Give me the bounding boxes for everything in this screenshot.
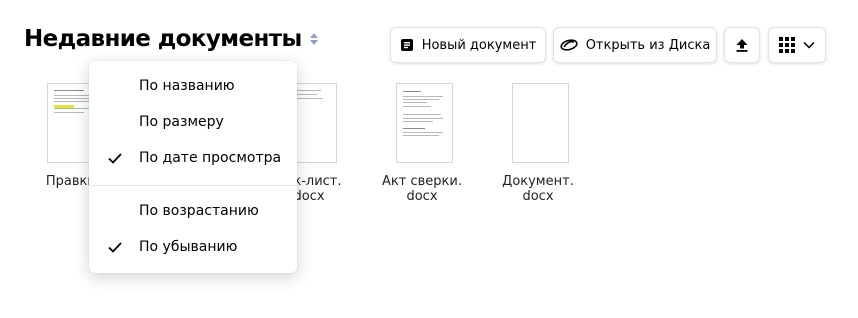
check-icon bbox=[108, 241, 122, 253]
sort-dropdown: По названию По размеру По дате просмотра… bbox=[89, 61, 297, 273]
check-icon bbox=[108, 152, 122, 164]
sort-arrows-icon[interactable] bbox=[309, 33, 318, 45]
sort-by-name-label: По названию bbox=[139, 78, 235, 94]
menu-divider bbox=[89, 185, 297, 186]
sort-by-size-label: По размеру bbox=[139, 114, 224, 130]
open-from-disk-label: Открыть из Диска bbox=[585, 37, 711, 53]
grid-icon bbox=[779, 37, 795, 53]
sort-ascending-item[interactable]: По возрастанию bbox=[89, 196, 297, 226]
sort-by-view-date-item[interactable]: По дате просмотра bbox=[89, 143, 297, 173]
sort-ascending-label: По возрастанию bbox=[139, 203, 259, 219]
view-mode-button[interactable] bbox=[768, 27, 826, 63]
file-thumbnail[interactable] bbox=[396, 83, 453, 163]
upload-icon bbox=[736, 39, 748, 52]
chevron-down-icon bbox=[803, 41, 815, 49]
sort-descending-label: По убыванию bbox=[139, 239, 238, 255]
sort-descending-item[interactable]: По убыванию bbox=[89, 232, 297, 262]
file-thumbnail[interactable] bbox=[512, 83, 569, 163]
new-document-label: Новый документ bbox=[421, 37, 537, 53]
sort-by-name-item[interactable]: По названию bbox=[89, 71, 297, 101]
sort-by-size-item[interactable]: По размеру bbox=[89, 107, 297, 137]
open-from-disk-button[interactable]: Открыть из Диска bbox=[553, 27, 717, 63]
document-icon bbox=[400, 39, 413, 51]
page-title: Недавние документы bbox=[24, 26, 318, 52]
file-name[interactable]: Документ. docx bbox=[478, 174, 598, 204]
file-name[interactable]: Акт сверки. docx bbox=[362, 174, 482, 204]
upload-button[interactable] bbox=[724, 27, 760, 63]
page-title-text: Недавние документы bbox=[24, 26, 302, 52]
sort-by-view-date-label: По дате просмотра bbox=[139, 150, 282, 166]
disk-icon bbox=[560, 39, 578, 51]
new-document-button[interactable]: Новый документ bbox=[390, 27, 546, 63]
